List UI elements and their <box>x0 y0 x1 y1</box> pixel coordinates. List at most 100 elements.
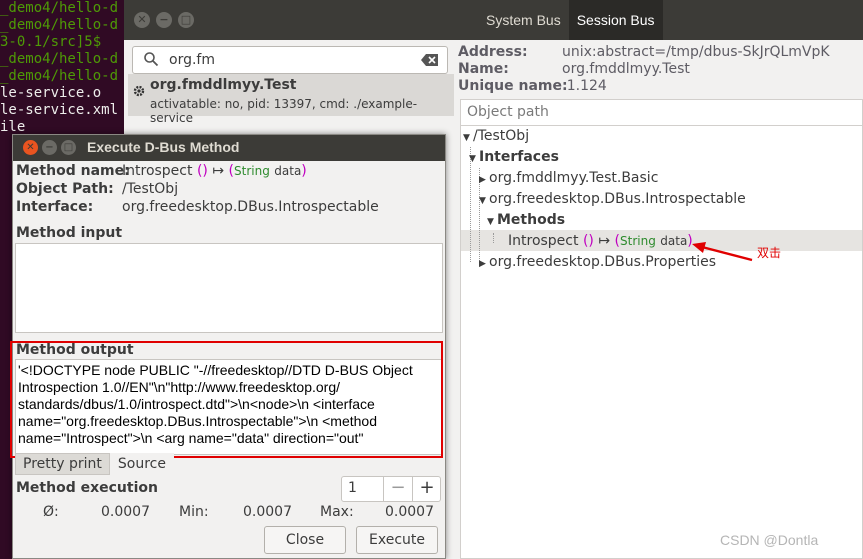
name-value: org.fmddlmyy.Test <box>562 61 690 77</box>
min-value: 0.0007 <box>243 504 292 520</box>
tree-item-label: org.freedesktop.DBus.Introspectable <box>489 191 746 207</box>
method-name-value: Introspect <box>122 163 193 179</box>
output-line: standards/dbus/1.0/introspect.dtd">\n<no… <box>18 396 375 412</box>
tree-item-root[interactable]: ▼/TestObj <box>463 126 529 147</box>
expanded-arrow-icon[interactable]: ▼ <box>487 212 497 233</box>
tree-item-label: Interfaces <box>479 149 559 165</box>
tab-system-bus[interactable]: System Bus <box>478 0 569 40</box>
execution-count-stepper[interactable]: 1 − + <box>341 476 441 502</box>
output-line: Introspection 1.0//EN"\n"http://www.free… <box>18 379 340 395</box>
close-button[interactable]: Close <box>264 526 346 554</box>
search-input[interactable] <box>167 50 407 70</box>
dialog-maximize-button[interactable]: □ <box>61 140 76 155</box>
object-path-label: Object Path: <box>16 181 114 197</box>
service-name: org.fmddlmyy.Test <box>150 77 297 93</box>
terminal-line: 3-0.1/src]5$ <box>0 34 102 50</box>
dialog-minimize-button[interactable]: − <box>42 140 57 155</box>
source-toggle[interactable]: Source <box>109 453 174 475</box>
signature-arg: data <box>274 164 302 178</box>
method-name-label: Method name: <box>16 163 130 179</box>
maps-to-arrow: ↦ <box>212 163 225 179</box>
tree-item-interfaces[interactable]: ▼ Interfaces <box>469 147 559 168</box>
tree-item-method-introspect[interactable]: Introspect () ↦ (String data) <box>508 231 693 252</box>
terminal-output: _demo4/hello-d _demo4/hello-d 3-0.1/src]5$… <box>0 0 140 136</box>
execute-button[interactable]: Execute <box>356 526 438 554</box>
unique-name-value: :1.124 <box>562 78 607 94</box>
collapsed-arrow-icon[interactable]: ▶ <box>479 254 489 275</box>
bus-info-panel: Address: unix:abstract=/tmp/dbus-SkJrQLmV… <box>458 44 863 95</box>
execute-method-dialog: ✕ − □ Execute D-Bus Method Method name:I… <box>10 134 446 559</box>
red-arrow-icon <box>692 242 753 262</box>
avg-value: 0.0007 <box>101 504 150 520</box>
service-list-item[interactable]: org.fmddlmyy.Test activatable: no, pid: … <box>128 74 454 125</box>
object-path-header: Object path <box>461 100 862 126</box>
interface-label: Interface: <box>16 199 94 215</box>
method-output-text[interactable]: '<!DOCTYPE node PUBLIC "-//freedesktop//… <box>15 359 443 455</box>
address-value: unix:abstract=/tmp/dbus-SkJrQLmVpK <box>562 44 830 60</box>
interface-value: org.freedesktop.DBus.Introspectable <box>122 199 379 215</box>
gear-icon <box>133 85 145 97</box>
avg-label: Ø: <box>43 504 59 520</box>
service-detail: activatable: no, pid: 13397, cmd: ./exam… <box>150 97 418 125</box>
terminal-line: _demo4/hello-d <box>0 0 119 16</box>
expanded-arrow-icon[interactable]: ▼ <box>479 191 489 212</box>
signature-type: String <box>234 164 270 178</box>
dialog-titlebar: ✕ − □ Execute D-Bus Method <box>13 135 445 161</box>
expanded-arrow-icon[interactable]: ▼ <box>463 128 473 149</box>
main-titlebar: ✕ − □ System Bus Session Bus <box>124 0 863 40</box>
output-line: '<!DOCTYPE node PUBLIC "-//freedesktop//… <box>18 362 413 378</box>
decrement-button[interactable]: − <box>383 477 412 501</box>
expanded-arrow-icon[interactable]: ▼ <box>469 149 479 170</box>
terminal-line: _demo4/hello-d <box>0 51 119 67</box>
method-output-label: Method output <box>16 342 134 358</box>
terminal-line: _demo4/hello-d <box>0 68 119 84</box>
tree-guide-line <box>493 233 494 243</box>
clear-search-icon[interactable] <box>421 53 439 67</box>
name-label: Name: <box>458 61 509 77</box>
execution-stats: Ø: 0.0007 Min: 0.0007 Max: 0.0007 <box>15 503 443 523</box>
tree-item-iface-properties[interactable]: ▶ org.freedesktop.DBus.Properties <box>479 252 716 273</box>
method-input-field[interactable] <box>15 243 443 333</box>
method-input-signature: () <box>196 163 208 179</box>
tree-item-label: Methods <box>497 212 566 228</box>
bus-tabs: System Bus Session Bus <box>478 0 663 40</box>
terminal-line: le-service.o <box>0 85 102 101</box>
dialog-close-button[interactable]: ✕ <box>23 140 38 155</box>
minimize-window-button[interactable]: − <box>156 12 172 28</box>
tree-item-label: /TestObj <box>473 128 530 144</box>
method-name: Introspect <box>508 233 579 249</box>
tree-item-iface-introspectable[interactable]: ▼ org.freedesktop.DBus.Introspectable <box>479 189 746 210</box>
tab-session-bus[interactable]: Session Bus <box>568 0 663 40</box>
unique-name-label: Unique name: <box>458 78 568 94</box>
method-input-signature: () <box>582 233 594 249</box>
collapsed-arrow-icon[interactable]: ▶ <box>479 170 489 191</box>
pretty-print-toggle[interactable]: Pretty print <box>15 453 110 475</box>
close-window-button[interactable]: ✕ <box>134 12 150 28</box>
max-value: 0.0007 <box>385 504 434 520</box>
tree-item-label: org.freedesktop.DBus.Properties <box>489 254 717 270</box>
maximize-window-button[interactable]: □ <box>178 12 194 28</box>
terminal-line: le-service.xml <box>0 102 119 118</box>
signature-type: String <box>620 234 656 248</box>
terminal-line: _demo4/hello-d <box>0 17 119 33</box>
watermark: CSDN @Dontla <box>720 532 819 548</box>
address-label: Address: <box>458 44 528 60</box>
double-click-annotation: 双击 <box>757 246 782 260</box>
max-label: Max: <box>320 504 354 520</box>
dialog-title: Execute D-Bus Method <box>87 139 240 155</box>
tree-item-label: org.fmddlmyy.Test.Basic <box>489 170 659 186</box>
service-search[interactable] <box>132 46 448 74</box>
tree-item-iface-basic[interactable]: ▶ org.fmddlmyy.Test.Basic <box>479 168 658 189</box>
tree-item-methods[interactable]: ▼ Methods <box>487 210 565 231</box>
dialog-method-info: Method name:Introspect () ↦ (String data… <box>16 162 444 216</box>
object-tree: Object path ▼/TestObj ▼ Interfaces ▶ org.f… <box>460 99 863 559</box>
increment-button[interactable]: + <box>412 477 441 501</box>
method-input-label: Method input <box>16 225 123 241</box>
output-line: name="org.freedesktop.DBus.Introspectabl… <box>18 413 377 429</box>
execution-count-value[interactable]: 1 <box>348 480 357 496</box>
object-path-value: /TestObj <box>122 181 179 197</box>
search-icon <box>144 52 159 67</box>
output-line: name="Introspect">\n <arg name="data" di… <box>18 430 364 446</box>
signature-arg: data <box>660 234 688 248</box>
min-label: Min: <box>179 504 209 520</box>
